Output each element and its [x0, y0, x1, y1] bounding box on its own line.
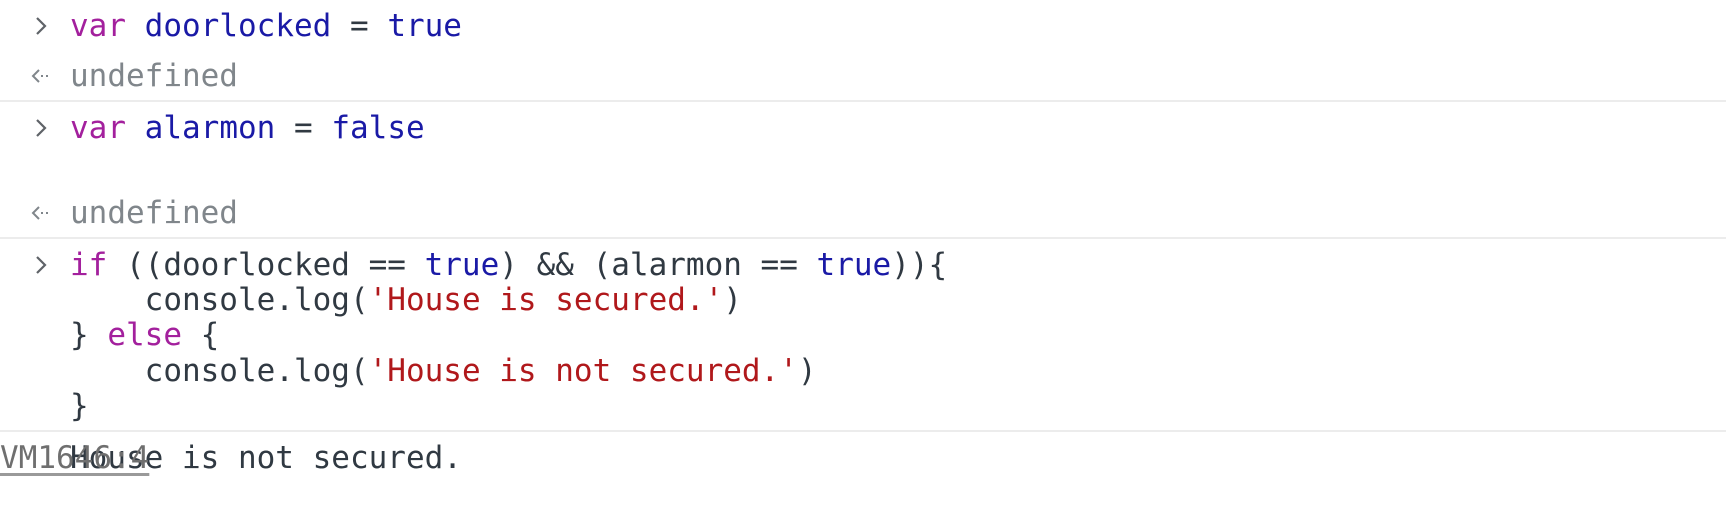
code-text: } [70, 388, 89, 424]
code-text: ((doorlocked == [107, 247, 425, 283]
string-literal: 'House is secured.' [368, 282, 724, 318]
entry-divider [0, 237, 1726, 239]
variable-name: doorlocked [144, 8, 332, 44]
code-text: { [181, 317, 220, 353]
operator: = [275, 110, 332, 146]
entry-divider [0, 430, 1726, 432]
code-text: ) && (alarmon == [499, 247, 817, 283]
code-text: console.log( [70, 282, 369, 318]
console-result: undefined [70, 195, 238, 231]
console-result: undefined [70, 58, 238, 94]
source-location-link[interactable]: VM1646:4 [0, 438, 1646, 478]
chevron-right-icon [30, 245, 52, 285]
code-text: console.log( [70, 353, 369, 389]
code-text: ) [797, 353, 817, 389]
literal-value: true [387, 8, 462, 44]
variable-name: alarmon [144, 110, 276, 146]
entry-divider [0, 100, 1726, 102]
chevron-right-icon [30, 108, 52, 148]
literal-value: true [816, 247, 892, 283]
operator: = [331, 8, 388, 44]
code-line-5: } [70, 386, 89, 426]
keyword: else [107, 317, 182, 353]
keyword: var [70, 110, 126, 146]
code-line-2: console.log('House is secured.') [70, 280, 742, 320]
keyword: if [70, 247, 108, 283]
return-arrow-icon [30, 56, 52, 96]
code-text: } [70, 317, 108, 353]
code-line-3: } else { [70, 315, 219, 355]
return-arrow-icon [30, 193, 52, 233]
code-line-4: console.log('House is not secured.') [70, 351, 817, 391]
literal-value: false [331, 110, 425, 146]
keyword: var [70, 8, 126, 44]
code-text: ) [723, 282, 742, 318]
chevron-right-icon [30, 6, 52, 46]
code-text: )){ [891, 247, 948, 283]
console-input-line: var doorlocked = true [70, 6, 462, 46]
console-input-line: var alarmon = false [70, 108, 425, 148]
literal-value: true [424, 247, 500, 283]
code-line-1: if ((doorlocked == true) && (alarmon == … [70, 245, 947, 285]
console-log-message: House is not secured. VM1646:4 [0, 438, 1726, 478]
string-literal: 'House is not secured.' [368, 353, 798, 389]
